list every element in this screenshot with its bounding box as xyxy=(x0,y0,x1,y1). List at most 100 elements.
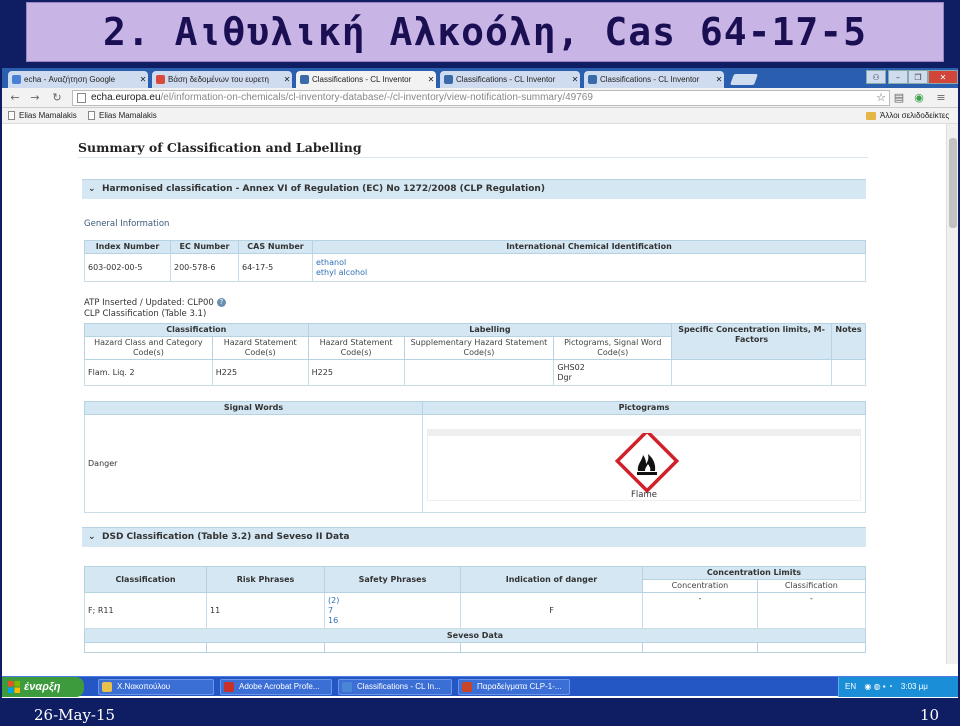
chevron-down-icon: ⌄ xyxy=(88,184,96,194)
reload-icon[interactable]: ↻ xyxy=(50,91,64,105)
clp-classification-table: Classification Labelling Specific Concen… xyxy=(84,323,867,386)
scrollbar-thumb[interactable] xyxy=(949,138,957,228)
col-header: Specific Concentration limits, M-Factors xyxy=(671,323,832,360)
dsd-classification-cell: F; R11 xyxy=(84,592,207,629)
taskbar-item[interactable]: Παραδείγματα CLP-1-... xyxy=(458,679,570,695)
tray-icons[interactable]: ◉ ◍ ▪ ◔ xyxy=(864,682,892,691)
bookmarks-bar: Elias Mamalakis Elias Mamalakis Άλλοι σε… xyxy=(2,108,958,124)
col-header: Classification xyxy=(84,323,309,337)
language-indicator[interactable]: EN xyxy=(845,682,856,691)
other-bookmarks[interactable]: Άλλοι σελιδοδείκτες xyxy=(866,111,949,120)
col-header: Signal Words xyxy=(84,401,423,415)
safety-phrase-link[interactable]: 7 xyxy=(328,606,457,616)
atp-text: ATP Inserted / Updated: CLP00 xyxy=(84,298,214,308)
close-tab-icon[interactable]: ✕ xyxy=(714,75,724,84)
menu-icon[interactable]: ≡ xyxy=(934,91,948,105)
hazard-statement-link[interactable]: H225 xyxy=(307,359,405,386)
index-number: 603-002-00-5 xyxy=(84,253,171,282)
col-header: EC Number xyxy=(170,240,239,254)
dsd-section-header[interactable]: ⌄ DSD Classification (Table 3.2) and Sev… xyxy=(82,527,866,547)
minimize-button[interactable]: – xyxy=(888,70,908,84)
back-arrow-icon[interactable]: ← xyxy=(8,91,22,105)
google-icon xyxy=(12,75,21,84)
slide-title-banner: 2. Αιθυλική Αλκοόλη, Cas 64-17-5 xyxy=(26,2,944,62)
browser-tab[interactable]: Classifications - CL Inventor ✕ xyxy=(440,71,580,88)
close-tab-icon[interactable]: ✕ xyxy=(282,75,292,84)
start-button[interactable]: έναρξη xyxy=(2,677,84,697)
safety-phrases-cell: (2) 7 16 xyxy=(324,592,461,629)
taskbar-item[interactable]: Χ.Νακοπούλου xyxy=(98,679,214,695)
browser-tab-active[interactable]: Classifications - CL Inventor ✕ xyxy=(296,71,436,88)
signal-word-code: Dgr xyxy=(557,372,572,382)
col-subheader: Supplementary Hazard Statement Code(s) xyxy=(403,336,555,360)
page-content: Summary of Classification and Labelling … xyxy=(2,124,946,664)
col-header: Labelling xyxy=(307,323,673,337)
col-header: Safety Phrases xyxy=(324,566,461,593)
user-icon[interactable]: ⚇ xyxy=(866,70,886,84)
maximize-button[interactable]: ❐ xyxy=(908,70,928,84)
heading-rule xyxy=(78,157,868,158)
safety-phrase-link[interactable]: 16 xyxy=(328,616,457,626)
browser-tab[interactable]: echa - Αναζήτηση Google ✕ xyxy=(8,71,148,88)
browser-tab[interactable]: Classifications - CL Inventor ✕ xyxy=(584,71,724,88)
chemical-name-link[interactable]: ethyl alcohol xyxy=(316,268,862,278)
signal-word-cell: Danger xyxy=(84,414,423,513)
col-header: Risk Phrases xyxy=(206,566,325,593)
forward-arrow-icon[interactable]: → xyxy=(28,91,42,105)
vertical-scrollbar[interactable] xyxy=(946,124,958,664)
close-tab-icon[interactable]: ✕ xyxy=(570,75,580,84)
bookmark-item[interactable]: Elias Mamalakis xyxy=(88,111,157,120)
bookmark-item[interactable]: Elias Mamalakis xyxy=(8,111,77,120)
taskbar-item[interactable]: Adobe Acrobat Profe... xyxy=(220,679,332,695)
hazard-statement-link[interactable]: H225 xyxy=(211,359,309,386)
identification-table: Index Number EC Number CAS Number Intern… xyxy=(84,240,866,282)
folder-icon xyxy=(102,682,112,692)
chrome-icon xyxy=(342,682,352,692)
close-tab-icon[interactable]: ✕ xyxy=(138,75,148,84)
cas-number: 64-17-5 xyxy=(238,253,313,282)
browser-tab[interactable]: Βάση δεδομένων του ευρετη ✕ xyxy=(152,71,292,88)
atp-info: ATP Inserted / Updated: CLP00? xyxy=(84,298,226,309)
safety-phrase-link[interactable]: (2) xyxy=(328,596,457,606)
help-icon[interactable]: ? xyxy=(216,298,226,307)
url-host: echa.europa.eu xyxy=(91,92,161,103)
windows-logo-icon xyxy=(8,681,20,693)
col-subheader: Hazard Statement Code(s) xyxy=(307,336,405,360)
ec-number: 200-578-6 xyxy=(170,253,239,282)
dsd-table: Classification Risk Phrases Safety Phras… xyxy=(84,566,867,653)
slide-date: 26-May-15 xyxy=(34,706,116,724)
notes-cell xyxy=(830,359,867,386)
clock[interactable]: 3:03 μμ xyxy=(901,682,928,691)
url-bar[interactable]: echa.europa.eu/el/information-on-chemica… xyxy=(72,90,890,106)
page-icon xyxy=(77,93,86,103)
chemical-names-cell: ethanol ethyl alcohol xyxy=(312,253,866,282)
col-subheader: Concentration xyxy=(642,579,758,593)
classification-sub-cell: - xyxy=(756,592,867,629)
url-path: /el/information-on-chemicals/cl-inventor… xyxy=(160,92,593,103)
window-close-button[interactable]: ✕ xyxy=(928,70,958,84)
col-header: Indication of danger xyxy=(460,566,643,593)
col-subheader: Pictograms, Signal Word Code(s) xyxy=(553,336,673,360)
pictogram-signal-cell: GHS02 Dgr xyxy=(553,359,673,386)
risk-phrase-link[interactable]: 11 xyxy=(206,592,325,629)
echa-icon xyxy=(300,75,309,84)
harmonised-section-header[interactable]: ⌄ Harmonised classification - Annex VI o… xyxy=(82,179,866,199)
star-icon[interactable]: ☆ xyxy=(874,91,888,105)
general-information-label: General Information xyxy=(84,219,170,229)
powerpoint-icon xyxy=(462,682,472,692)
close-tab-icon[interactable]: ✕ xyxy=(426,75,436,84)
page-icon xyxy=(88,111,95,120)
hazard-class-cell: Flam. Liq. 2 xyxy=(84,359,213,386)
signal-pictogram-table: Signal Words Pictograms Danger Flame xyxy=(84,401,866,513)
extension-icon[interactable]: ▤ xyxy=(892,91,906,105)
taskbar-item[interactable]: Classifications - CL In... xyxy=(338,679,452,695)
chemical-name-link[interactable]: ethanol xyxy=(316,258,862,268)
sync-icon[interactable]: ◉ xyxy=(912,91,926,105)
chevron-down-icon: ⌄ xyxy=(88,532,96,542)
echa-icon xyxy=(588,75,597,84)
new-tab-button[interactable] xyxy=(729,74,759,85)
col-header: Pictograms xyxy=(422,401,866,415)
pictogram-code: GHS02 xyxy=(557,362,585,372)
browser-tab-strip: echa - Αναζήτηση Google ✕ Βάση δεδομένων… xyxy=(2,68,958,88)
col-subheader: Hazard Class and Category Code(s) xyxy=(84,336,213,360)
